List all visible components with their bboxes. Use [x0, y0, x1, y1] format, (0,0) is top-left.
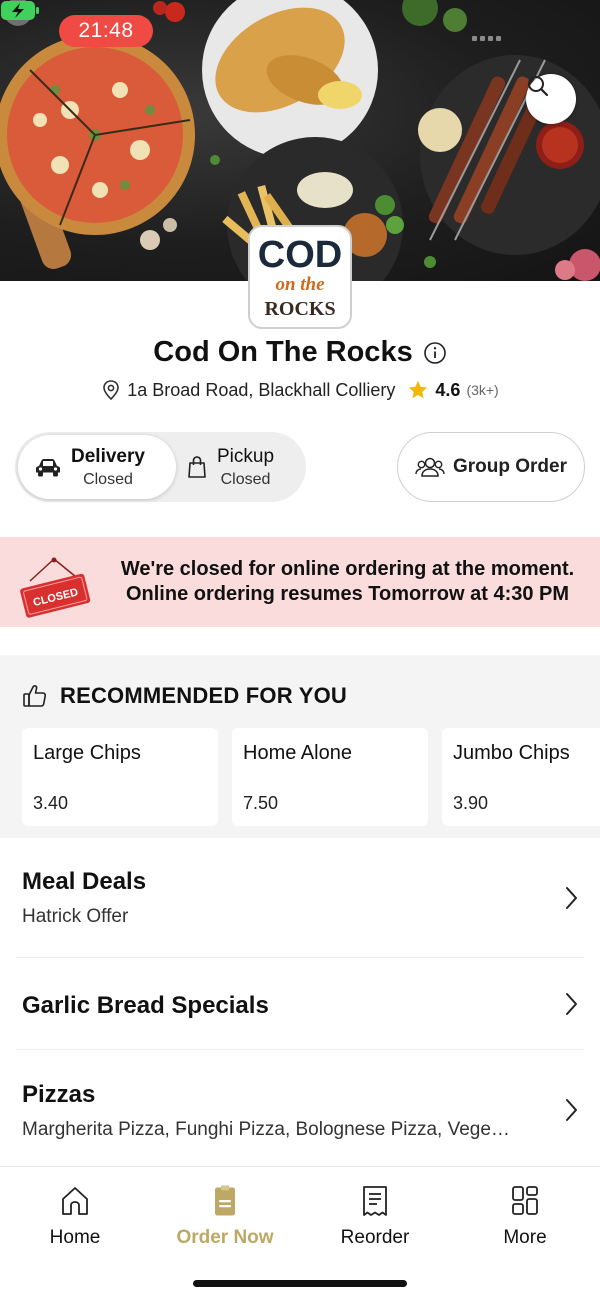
nav-more-label: More [503, 1227, 547, 1248]
category-row-pizzas[interactable]: Pizzas Margherita Pizza, Funghi Pizza, B… [16, 1050, 584, 1166]
order-icon [215, 1185, 235, 1216]
recommended-item-name: Large Chips [33, 742, 141, 764]
nav-reorder-label: Reorder [340, 1227, 410, 1248]
delivery-option[interactable]: Delivery Closed [18, 435, 176, 499]
home-icon [62, 1187, 88, 1215]
info-icon[interactable] [423, 341, 447, 365]
home-indicator-bar[interactable] [193, 1280, 407, 1287]
search-icon [528, 76, 549, 97]
chevron-right-icon [566, 993, 577, 1015]
category-subtitle: Margherita Pizza, Funghi Pizza, Bolognes… [22, 1119, 510, 1140]
recommended-item-price: 3.90 [453, 793, 489, 813]
closed-message: We're closed for online ordering at the … [110, 557, 585, 607]
closed-sign-icon: CLOSED [20, 557, 91, 618]
bottom-navigation-bar: Home Order Now Reorder More [0, 1166, 600, 1298]
receipt-icon [363, 1186, 387, 1216]
pickup-option[interactable]: Pickup Closed [183, 435, 303, 499]
category-row-garlic-bread-specials[interactable]: Garlic Bread Specials [16, 958, 584, 1050]
restaurant-address-row: 1a Broad Road, Blackhall Colliery 4.6 (3… [0, 379, 600, 401]
pickup-status: Closed [220, 470, 271, 488]
group-users-icon [415, 457, 445, 477]
recommended-item-name: Home Alone [243, 742, 352, 764]
recommended-item-card[interactable]: Large Chips 3.40 [22, 728, 218, 826]
recommended-item-price: 7.50 [243, 793, 279, 813]
recommended-item-name: Jumbo Chips [453, 742, 570, 764]
nav-order-now-label: Order Now [176, 1227, 274, 1248]
pickup-label: Pickup [217, 445, 275, 467]
search-button[interactable] [526, 74, 576, 124]
battery-charging-icon [1, 1, 39, 20]
shopping-bag-icon [188, 456, 206, 478]
location-pin-icon [103, 380, 120, 401]
cellular-signal-icon [472, 36, 501, 41]
recommended-header: RECOMMENDED FOR YOU [22, 683, 347, 709]
delivery-status: Closed [83, 470, 133, 488]
order-mode-toggle: Delivery Closed Pickup Closed [15, 432, 306, 502]
category-name: Pizzas [22, 1081, 96, 1108]
closed-message-line1: We're closed for online ordering at the … [120, 558, 575, 580]
delivery-label: Delivery [71, 445, 145, 467]
star-icon [409, 380, 428, 399]
nav-more[interactable]: More [450, 1185, 600, 1249]
recommended-section: RECOMMENDED FOR YOU Large Chips 3.40 Hom… [0, 655, 600, 838]
recommended-item-card[interactable]: Jumbo Chips 3.90 [442, 728, 600, 826]
restaurant-name: Cod On The Rocks [153, 336, 413, 368]
recommended-title: RECOMMENDED FOR YOU [60, 683, 347, 708]
category-name: Garlic Bread Specials [22, 992, 269, 1019]
nav-home[interactable]: Home [0, 1185, 150, 1249]
rating-count: (3k+) [466, 382, 499, 398]
category-name: Meal Deals [22, 868, 147, 895]
category-row-meal-deals[interactable]: Meal Deals Hatrick Offer [16, 838, 584, 958]
thumbs-up-icon [23, 685, 47, 707]
closed-message-line2: Online ordering resumes Tomorrow at 4:30… [125, 583, 570, 605]
group-order-label: Group Order [452, 456, 567, 477]
closed-notice-banner: CLOSED We're closed for online ordering … [0, 537, 600, 627]
grid-icon [512, 1186, 538, 1215]
svg-text:ROCKS: ROCKS [264, 298, 335, 320]
svg-text:on the: on the [275, 274, 325, 295]
svg-text:COD: COD [258, 234, 342, 276]
nav-reorder[interactable]: Reorder [300, 1185, 450, 1249]
chevron-right-icon [566, 1099, 577, 1121]
nav-home-label: Home [49, 1227, 101, 1248]
restaurant-title-row: Cod On The Rocks [0, 336, 600, 369]
recommended-item-price: 3.40 [33, 793, 69, 813]
status-time: 21:48 [59, 15, 153, 47]
chevron-right-icon [566, 887, 577, 909]
restaurant-logo: COD on the ROCKS [248, 225, 352, 329]
group-order-button[interactable]: Group Order [397, 432, 585, 502]
cod-on-the-rocks-logo: COD on the ROCKS [258, 234, 342, 320]
restaurant-address: 1a Broad Road, Blackhall Colliery [127, 379, 396, 400]
category-subtitle: Hatrick Offer [22, 906, 129, 927]
recommended-item-card[interactable]: Home Alone 7.50 [232, 728, 428, 826]
nav-order-now[interactable]: Order Now [150, 1185, 300, 1249]
rating-value: 4.6 [435, 379, 461, 400]
car-icon [36, 459, 60, 477]
